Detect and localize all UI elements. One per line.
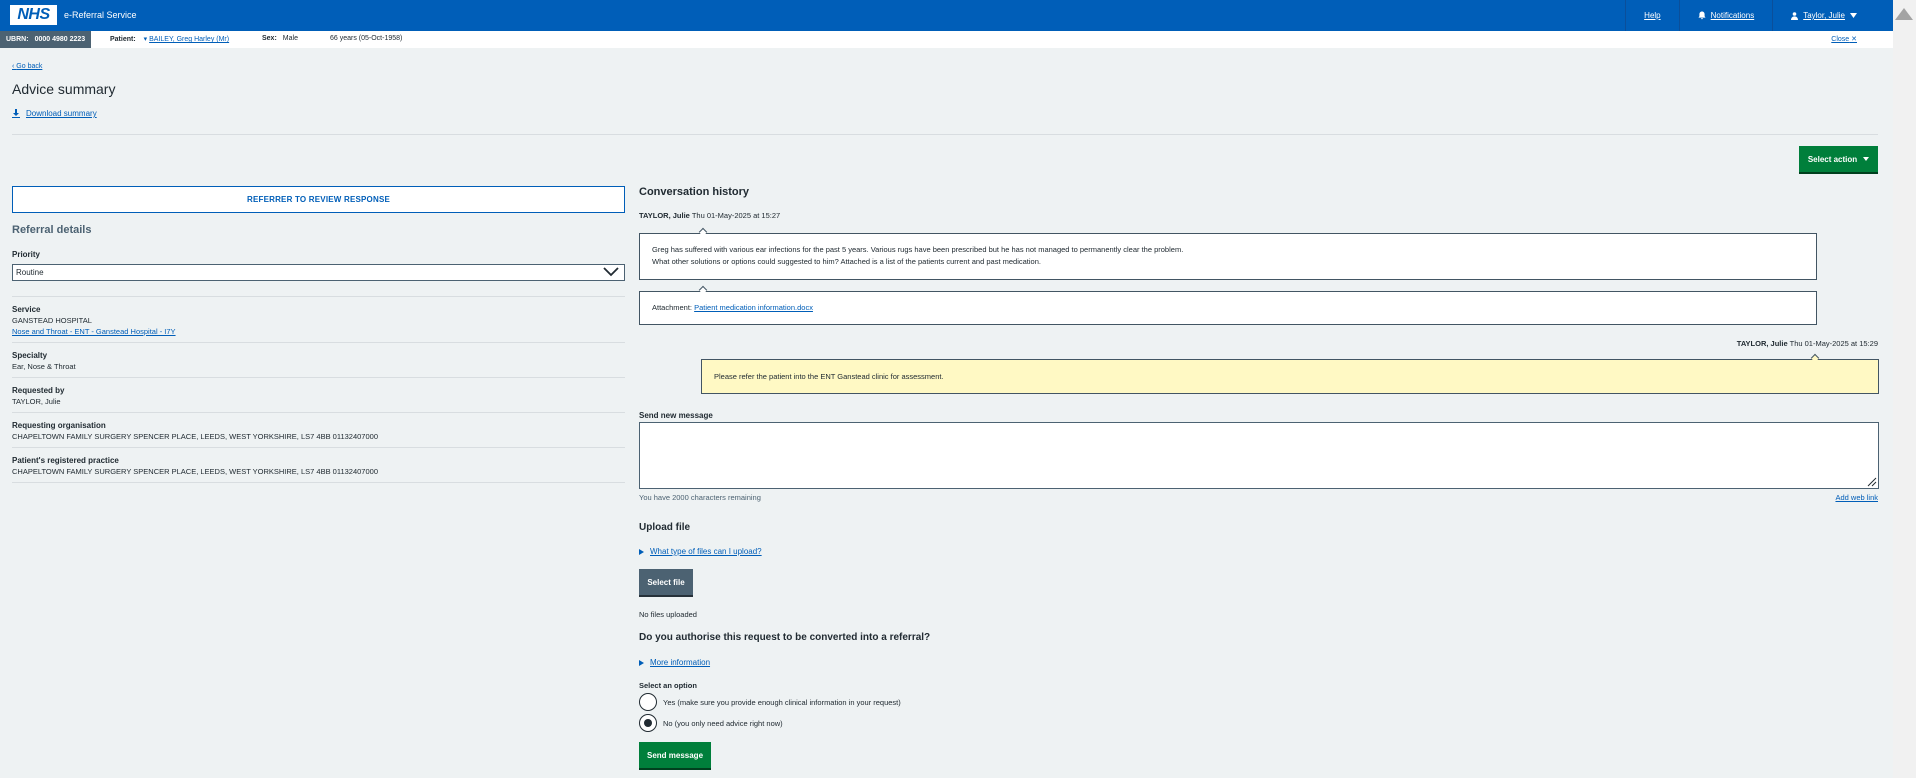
registered-practice-value: CHAPELTOWN FAMILY SURGERY SPENCER PLACE,… bbox=[12, 467, 378, 476]
message-header: TAYLOR, Julie Thu 01-May-2025 at 15:29 bbox=[1736, 339, 1878, 348]
chevron-down-icon bbox=[1863, 157, 1870, 161]
divider bbox=[12, 134, 1878, 135]
message-text: Please refer the patient into the ENT Ga… bbox=[714, 372, 944, 381]
add-web-link[interactable]: Add web link bbox=[1835, 493, 1878, 502]
radio-yes[interactable] bbox=[639, 693, 657, 711]
attachment-bubble: Attachment: Patient medication informati… bbox=[639, 285, 1817, 325]
service-link[interactable]: Nose and Throat - ENT - Ganstead Hospita… bbox=[12, 327, 176, 336]
radio-no[interactable] bbox=[639, 714, 657, 732]
requested-by-value: TAYLOR, Julie bbox=[12, 397, 61, 406]
expand-triangle-icon bbox=[639, 548, 644, 555]
referral-details-list: Service GANSTEAD HOSPITAL Nose and Throa… bbox=[12, 296, 625, 483]
service-value: GANSTEAD HOSPITAL bbox=[12, 316, 92, 325]
patient-info: Patient: ▾ BAILEY, Greg Harley (Mr) bbox=[110, 36, 230, 43]
top-header: NHS e-Referral Service Help Notification… bbox=[0, 0, 1893, 31]
no-files-text: No files uploaded bbox=[639, 610, 697, 619]
resize-handle-icon[interactable] bbox=[1867, 477, 1877, 487]
patient-name-link[interactable]: BAILEY, Greg Harley (Mr) bbox=[149, 36, 229, 43]
radio-option-yes[interactable]: Yes (make sure you provide enough clinic… bbox=[639, 693, 901, 711]
message-bubble: Greg has suffered with various ear infec… bbox=[639, 227, 1817, 280]
sex-info: Sex: Male bbox=[262, 35, 298, 42]
send-message-button[interactable]: Send message bbox=[639, 742, 711, 768]
priority-label: Priority bbox=[12, 250, 41, 259]
chevron-down-icon bbox=[603, 267, 619, 277]
user-name: Taylor, Julie bbox=[1803, 11, 1845, 20]
chevron-down-icon[interactable]: ▾ bbox=[144, 36, 148, 43]
notifications-link[interactable]: Notifications bbox=[1678, 0, 1773, 31]
bell-icon bbox=[1698, 11, 1706, 20]
upload-file-heading: Upload file bbox=[639, 522, 691, 533]
priority-value: Routine bbox=[16, 268, 44, 277]
message-textarea[interactable] bbox=[639, 422, 1879, 489]
age-dob: 66 years (05-Oct-1958) bbox=[330, 35, 403, 42]
characters-remaining: You have 2000 characters remaining bbox=[639, 493, 761, 502]
authorise-question: Do you authorise this request to be conv… bbox=[639, 632, 931, 643]
file-types-link[interactable]: What type of files can I upload? bbox=[650, 547, 762, 556]
requested-by-row: Requested by TAYLOR, Julie bbox=[12, 377, 625, 412]
ubrn-value: 0000 4980 2223 bbox=[34, 36, 86, 43]
help-link[interactable]: Help bbox=[1625, 0, 1678, 31]
message-header: TAYLOR, Julie Thu 01-May-2025 at 15:27 bbox=[639, 211, 781, 220]
message-text: What other solutions or options could su… bbox=[652, 257, 1041, 266]
priority-select[interactable]: Routine bbox=[12, 264, 625, 281]
select-file-button[interactable]: Select file bbox=[639, 569, 693, 595]
reply-bubble: Please refer the patient into the ENT Ga… bbox=[701, 353, 1879, 394]
download-icon bbox=[12, 109, 20, 118]
download-summary-link[interactable]: Download summary bbox=[12, 109, 97, 118]
select-action-button[interactable]: Select action bbox=[1799, 146, 1878, 172]
conversation-history-heading: Conversation history bbox=[639, 186, 750, 198]
attachment-link[interactable]: Patient medication information.docx bbox=[694, 303, 813, 312]
nhs-logo[interactable]: NHS bbox=[10, 5, 57, 25]
specialty-value: Ear, Nose & Throat bbox=[12, 362, 76, 371]
close-link[interactable]: Close ✕ bbox=[1831, 35, 1857, 43]
help-label: Help bbox=[1644, 11, 1661, 20]
page-title: Advice summary bbox=[12, 81, 116, 97]
referral-details-heading: Referral details bbox=[12, 224, 92, 236]
radio-yes-label: Yes (make sure you provide enough clinic… bbox=[663, 697, 901, 707]
registered-practice-row: Patient's registered practice CHAPELTOWN… bbox=[12, 447, 625, 483]
go-back-link[interactable]: ‹ Go back bbox=[12, 63, 42, 70]
top-nav: Help Notifications Taylor, Julie bbox=[1625, 0, 1893, 31]
scrollbar[interactable] bbox=[1893, 0, 1916, 778]
expand-triangle-icon bbox=[639, 659, 644, 666]
requesting-org-row: Requesting organisation CHAPELTOWN FAMIL… bbox=[12, 412, 625, 447]
chevron-down-icon bbox=[1850, 13, 1857, 18]
service-name: e-Referral Service bbox=[64, 10, 137, 20]
patient-banner: UBRN: 0000 4980 2223 Patient: ▾ BAILEY, G… bbox=[0, 31, 1893, 48]
radio-option-no[interactable]: No (you only need advice right now) bbox=[639, 714, 783, 732]
notifications-label: Notifications bbox=[1710, 11, 1755, 20]
specialty-row: Specialty Ear, Nose & Throat bbox=[12, 342, 625, 377]
user-icon bbox=[1791, 11, 1799, 20]
more-info-link[interactable]: More information bbox=[650, 658, 710, 667]
file-types-details[interactable]: What type of files can I upload? bbox=[639, 547, 762, 556]
service-row: Service GANSTEAD HOSPITAL Nose and Throa… bbox=[12, 296, 625, 342]
send-message-label: Send new message bbox=[639, 411, 713, 420]
user-menu[interactable]: Taylor, Julie bbox=[1772, 0, 1893, 31]
more-info-details[interactable]: More information bbox=[639, 658, 710, 667]
requesting-org-value: CHAPELTOWN FAMILY SURGERY SPENCER PLACE,… bbox=[12, 432, 378, 441]
status-banner: REFERRER TO REVIEW RESPONSE bbox=[12, 186, 625, 213]
message-text: Greg has suffered with various ear infec… bbox=[652, 245, 1184, 254]
ubrn: UBRN: 0000 4980 2223 bbox=[0, 31, 92, 48]
select-option-label: Select an option bbox=[639, 681, 697, 690]
scroll-up-icon[interactable] bbox=[1895, 8, 1913, 20]
radio-no-label: No (you only need advice right now) bbox=[663, 718, 783, 728]
